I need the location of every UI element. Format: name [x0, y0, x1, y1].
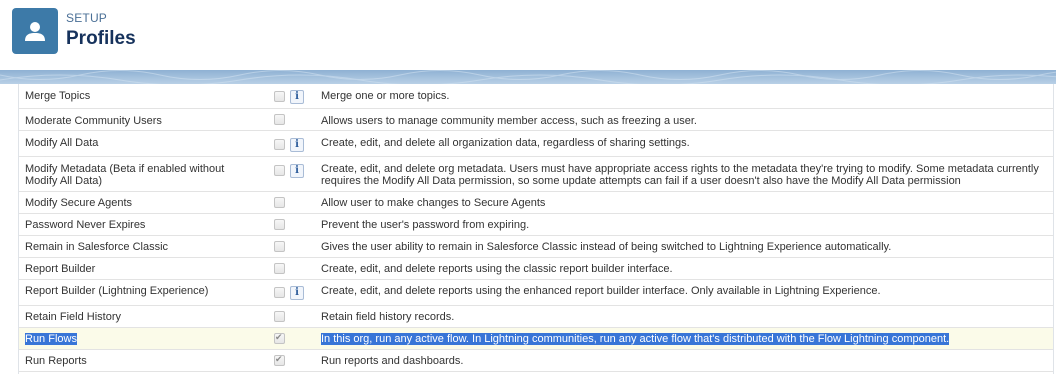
permission-name: Run Flows — [25, 333, 77, 345]
permission-name-wrap: Run Flows — [25, 333, 77, 345]
info-icon[interactable]: i — [290, 164, 304, 178]
permission-name: Moderate Community Users — [25, 115, 162, 127]
permission-checkbox[interactable] — [274, 241, 285, 252]
user-icon — [12, 8, 58, 54]
permission-checkbox[interactable] — [274, 219, 285, 230]
permission-checkbox[interactable] — [274, 263, 285, 274]
table-row: Report Builder Create, edit, and delete … — [19, 258, 1053, 280]
permission-checkbox-checked[interactable] — [274, 332, 285, 344]
page-title: Profiles — [66, 28, 136, 49]
table-row: Report Builder (Lightning Experience) i … — [19, 280, 1053, 306]
info-icon[interactable]: i — [290, 138, 304, 152]
permission-checkbox[interactable] — [274, 197, 285, 208]
permission-checkbox[interactable] — [274, 287, 285, 298]
permission-description: Create, edit, and delete reports using t… — [321, 285, 881, 297]
permission-name: Report Builder — [25, 263, 96, 275]
breadcrumb[interactable]: SETUP — [66, 11, 107, 25]
table-row: Run Reports Run reports and dashboards. — [19, 350, 1053, 372]
permission-description: Create, edit, and delete org metadata. U… — [321, 163, 1039, 187]
permission-name: Password Never Expires — [25, 219, 146, 231]
permission-checkbox[interactable] — [274, 165, 285, 176]
table-row: Moderate Community Users Allows users to… — [19, 109, 1053, 131]
permission-checkbox[interactable] — [274, 114, 285, 125]
permission-checkbox[interactable] — [274, 139, 285, 150]
permission-description: Create, edit, and delete all organizatio… — [321, 137, 690, 149]
permission-description-wrap: In this org, run any active flow. In Lig… — [321, 333, 1046, 345]
permission-description: Retain field history records. — [321, 311, 455, 323]
permission-description: Run reports and dashboards. — [321, 355, 464, 367]
table-row: Modify Secure Agents Allow user to make … — [19, 192, 1053, 214]
permission-name: Retain Field History — [25, 311, 121, 323]
permission-name: Modify Metadata (Beta if enabled without… — [25, 163, 225, 187]
page-header: SETUP Profiles — [0, 0, 1056, 72]
permission-description: Merge one or more topics. — [321, 90, 450, 102]
table-row: Modify All Data i Create, edit, and dele… — [19, 131, 1053, 157]
table-row: Retain Field History Retain field histor… — [19, 306, 1053, 328]
permission-name: Merge Topics — [25, 90, 91, 102]
permission-description: Allows users to manage community member … — [321, 115, 697, 127]
permission-name: Modify All Data — [25, 137, 99, 149]
system-permissions-table: Merge Topics i Merge one or more topics.… — [18, 84, 1054, 374]
info-icon[interactable]: i — [290, 286, 304, 300]
permission-description: Allow user to make changes to Secure Age… — [321, 197, 546, 209]
permission-name: Modify Secure Agents — [25, 197, 133, 209]
permission-checkbox[interactable] — [274, 91, 285, 102]
info-icon[interactable]: i — [290, 90, 304, 104]
permission-checkbox-checked[interactable] — [274, 354, 285, 366]
permission-checkbox[interactable] — [274, 311, 285, 322]
permission-name: Remain in Salesforce Classic — [25, 241, 169, 253]
table-row: Merge Topics i Merge one or more topics. — [19, 84, 1053, 109]
permission-description: In this org, run any active flow. In Lig… — [321, 333, 950, 345]
permission-name: Report Builder (Lightning Experience) — [25, 285, 209, 297]
permission-description: Create, edit, and delete reports using t… — [321, 263, 673, 275]
permission-name: Run Reports — [25, 355, 87, 367]
permission-description: Gives the user ability to remain in Sale… — [321, 241, 892, 253]
table-row: Remain in Salesforce Classic Gives the u… — [19, 236, 1053, 258]
permission-description: Prevent the user's password from expirin… — [321, 219, 530, 231]
header-banner — [0, 70, 1056, 84]
table-row-selected: Run Flows In this org, run any active fl… — [19, 328, 1053, 350]
table-row: Modify Metadata (Beta if enabled without… — [19, 157, 1053, 192]
table-row: Password Never Expires Prevent the user'… — [19, 214, 1053, 236]
